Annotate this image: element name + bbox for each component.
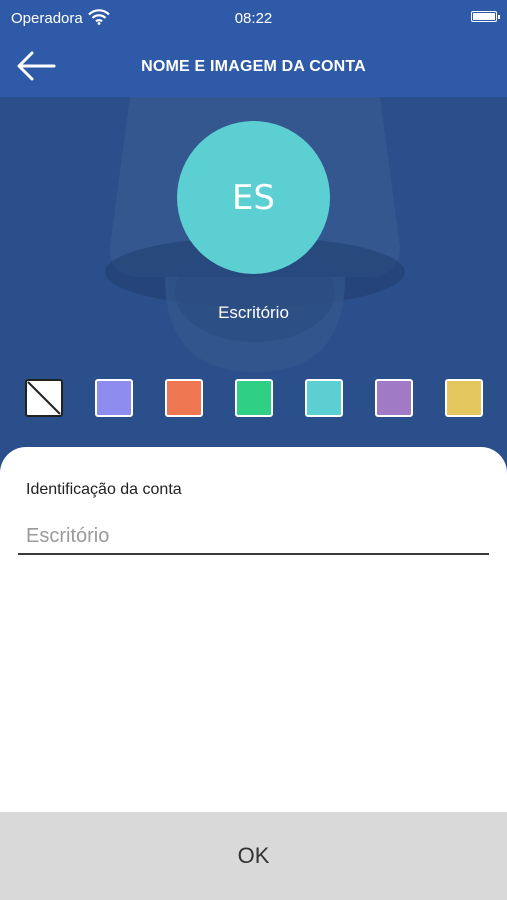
color-swatch-green[interactable] [235, 379, 273, 417]
color-swatch-lavender[interactable] [95, 379, 133, 417]
color-swatch-cyan[interactable] [305, 379, 343, 417]
color-swatch-orange[interactable] [165, 379, 203, 417]
account-avatar: ES [177, 121, 330, 274]
no-color-icon [27, 381, 61, 415]
color-picker [0, 379, 507, 419]
account-hero: ES Escritório [0, 97, 507, 477]
clock: 08:22 [234, 10, 273, 27]
back-button[interactable] [14, 48, 58, 84]
arrow-left-icon [17, 51, 56, 81]
color-swatch-purple[interactable] [375, 379, 413, 417]
status-bar: Operadora 08:22 [0, 0, 507, 36]
ok-button[interactable]: OK [0, 812, 507, 900]
account-id-label: Identificação da conta [26, 481, 182, 498]
account-name: Escritório [218, 303, 289, 322]
header-bar: NOME E IMAGEM DA CONTA [0, 36, 507, 97]
page-title: NOME E IMAGEM DA CONTA [141, 58, 366, 75]
battery-icon [471, 11, 500, 22]
account-id-input[interactable] [18, 519, 489, 555]
account-form: Identificação da conta [0, 447, 507, 812]
color-swatch-none[interactable] [25, 379, 63, 417]
color-swatch-yellow[interactable] [445, 379, 483, 417]
